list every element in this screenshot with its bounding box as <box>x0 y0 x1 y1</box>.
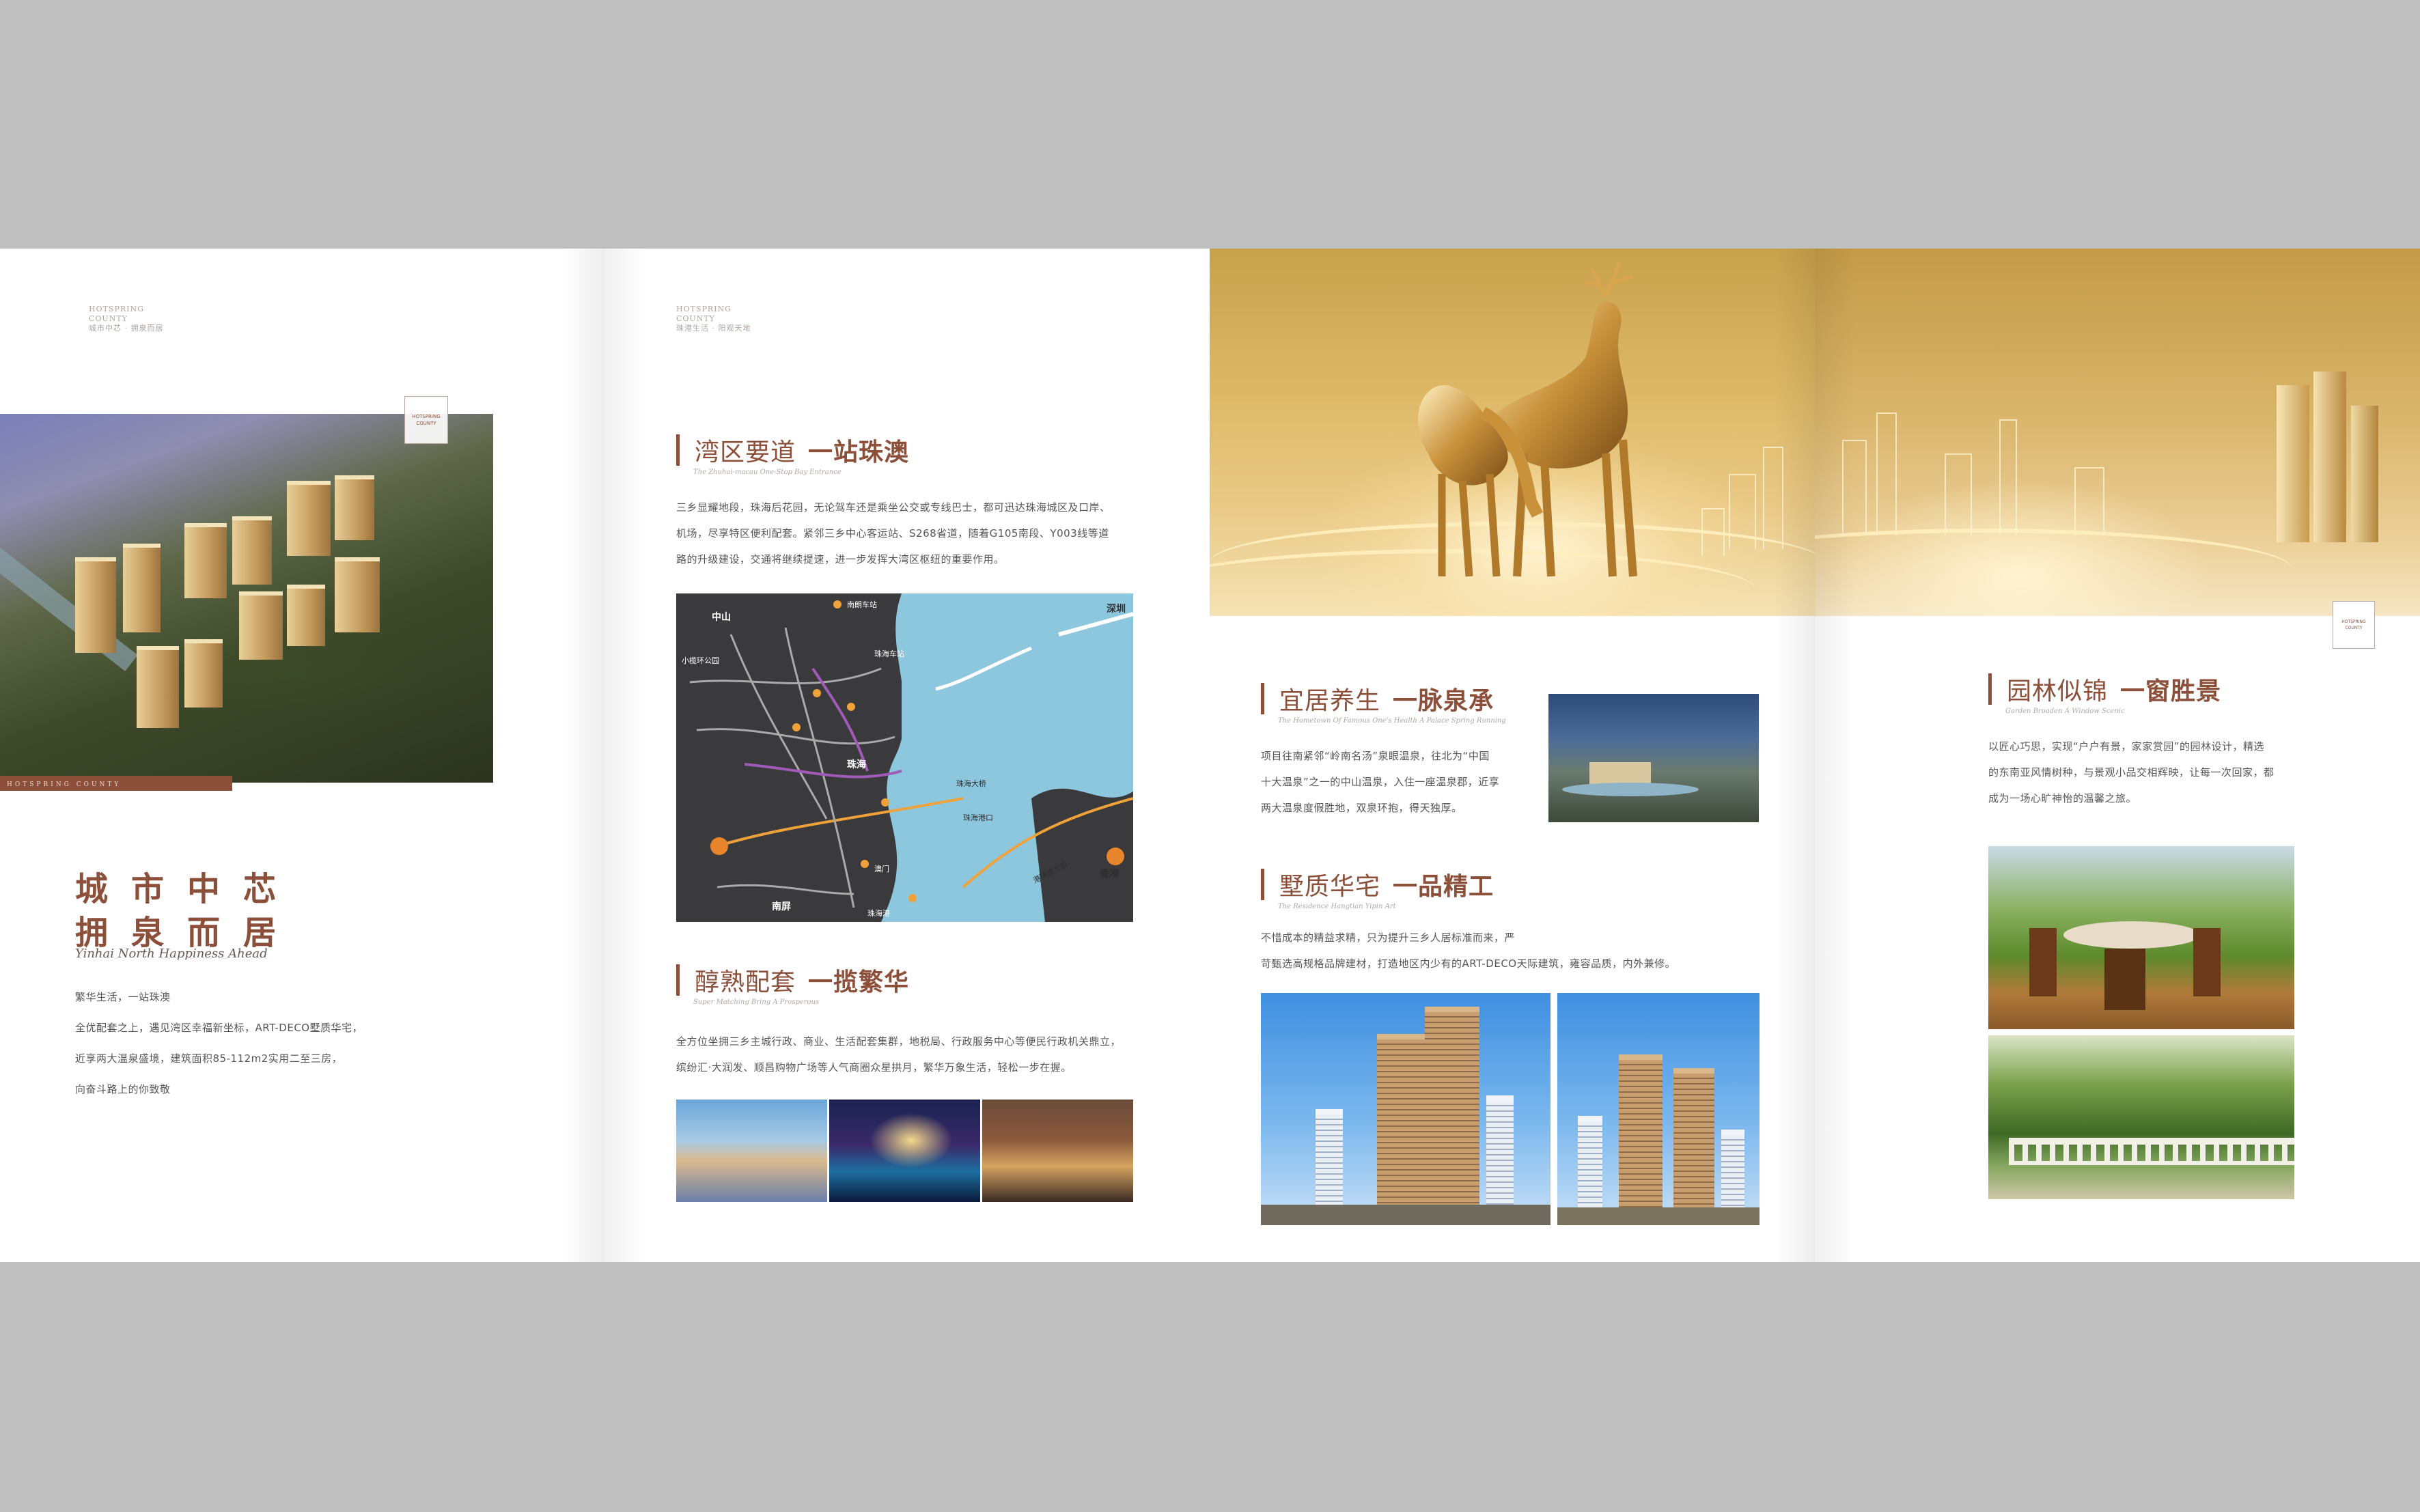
city-night-photo <box>829 1100 980 1202</box>
script-tagline: Yinhai North Happiness Ahead <box>75 947 268 961</box>
page-1: HOTSPRING COUNTY 城市中芯 · 拥泉而居 HOTSPRING C… <box>0 249 604 1262</box>
section-subtitle: The Hometown Of Famous One's Health A Pa… <box>1278 717 1506 725</box>
golden-skyline-banner <box>1815 249 2420 616</box>
section-subtitle: Super Matching Bring A Prosperous <box>693 998 820 1006</box>
transport-body: 三乡显耀地段，珠海后花园，无论驾车还是乘坐公交或专线巴士，都可迅达珠海城区及口岸… <box>676 501 1111 565</box>
brochure-spread: HOTSPRING COUNTY 城市中芯 · 拥泉而居 HOTSPRING C… <box>0 249 2420 1262</box>
hotspring-resort-photo <box>1548 694 1759 822</box>
golden-deer-sculpture <box>1418 261 1637 577</box>
garden-balustrade-photo <box>1988 1035 2294 1199</box>
brand-strip: HOTSPRING COUNTY <box>0 776 232 791</box>
garden-patio-photo <box>1988 846 2294 1029</box>
residence-tower-photo-2 <box>1557 993 1760 1225</box>
shoppers-photo <box>676 1100 827 1202</box>
section-subtitle: The Zhuhai-macau One-Stop Bay Entrance <box>693 468 842 476</box>
page-4: HOTSPRING COUNTY 园林似锦 一窗胜景 Garden Broade… <box>1815 249 2420 1262</box>
section-heading-hotspring: 宜居养生 一脉泉承 <box>1261 682 1494 716</box>
section-heading-amenities: 醇熟配套 一揽繁华 <box>676 963 909 997</box>
page-logo: HOTSPRING COUNTY 城市中芯 · 拥泉而居 <box>89 305 164 333</box>
amenities-body: 全方位坐拥三乡主城行政、商业、生活配套集群，地税局、行政服务中心等便民行政机关鼎… <box>676 1035 1122 1074</box>
page1-body: 繁华生活，一站珠澳 全优配套之上，遇见湾区幸福新坐标，ART-DECO墅质华宅，… <box>75 991 363 1095</box>
section-heading-transport: 湾区要道 一站珠澳 <box>676 433 909 467</box>
residence-tower-photo-1 <box>1261 993 1550 1225</box>
corner-logo: HOTSPRING COUNTY <box>2333 601 2375 649</box>
section-subtitle: Garden Broaden A Window Scenic <box>2005 708 2125 715</box>
aerial-rendering-photo <box>0 414 493 783</box>
golden-deer-banner <box>1210 249 1815 616</box>
page-title-line1: 城市中芯 <box>75 870 300 908</box>
section-heading-residence: 墅质华宅 一品精工 <box>1261 867 1494 901</box>
map-roads <box>689 593 1133 922</box>
page-3: 宜居养生 一脉泉承 The Hometown Of Famous One's H… <box>1210 249 1815 1262</box>
location-map: 中山 深圳 珠海 香港 南屏 南朗车站 珠海大桥 珠海车站 珠海港 澳门 小榄环… <box>676 593 1133 922</box>
page-logo: HOTSPRING COUNTY 珠港生活 · 阳观天地 <box>676 305 751 333</box>
garden-body: 以匠心巧思，实现“户户有景，家家赏园”的园林设计，精选 的东南亚风情树种，与景观… <box>1988 740 2275 804</box>
section-heading-garden: 园林似锦 一窗胜景 <box>1988 672 2221 706</box>
section-subtitle: The Residence Hangtian Yipin Art <box>1278 903 1396 910</box>
corner-logo: HOTSPRING COUNTY <box>404 396 448 444</box>
hotspring-body: 项目往南紧邻“岭南名汤”泉眼温泉，往北为“中国 十大温泉”之一的中山温泉，入住一… <box>1261 750 1500 814</box>
shopping-street-photo <box>982 1100 1133 1202</box>
residence-body: 不惜成本的精益求精，只为提升三乡人居标准而来，严 苛甄选高规格品牌建材，打造地区… <box>1261 932 1676 970</box>
